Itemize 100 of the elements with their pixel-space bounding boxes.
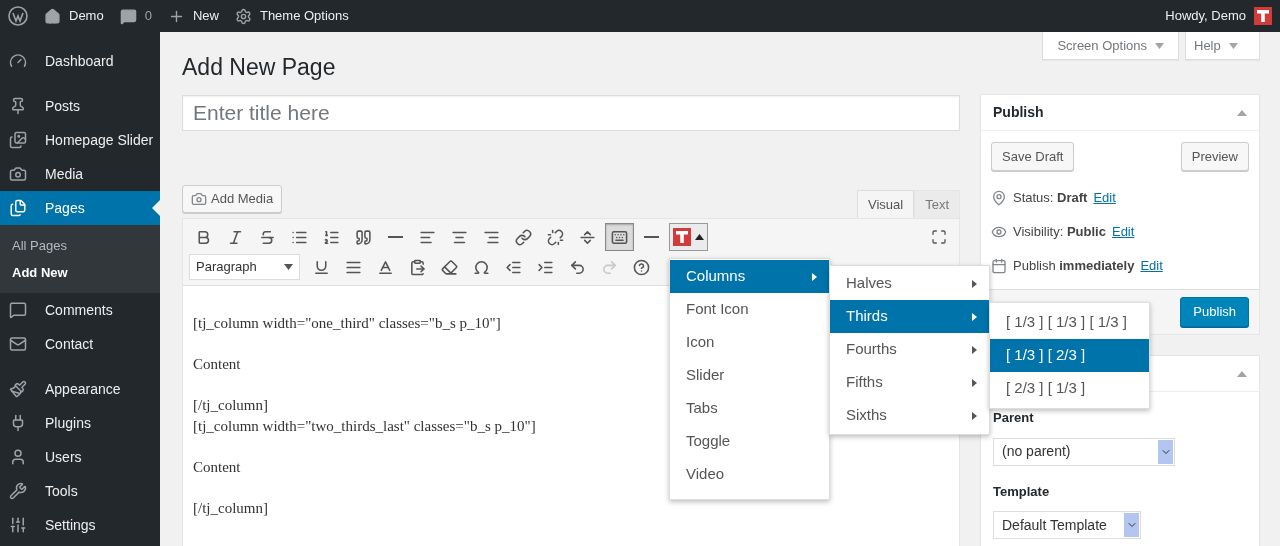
status-text: Status: Draft bbox=[1013, 189, 1088, 208]
publish-button[interactable]: Publish bbox=[1180, 297, 1249, 327]
content-line: Content bbox=[193, 355, 241, 374]
menu-item[interactable]: Icon bbox=[670, 326, 829, 359]
sidebar-item[interactable]: Comments bbox=[0, 293, 160, 327]
menu-item[interactable]: Slider bbox=[670, 359, 829, 392]
current-pointer-icon bbox=[152, 200, 160, 216]
shortcode-logo-icon bbox=[673, 228, 691, 246]
menu-item[interactable]: Columns bbox=[670, 260, 829, 293]
content-line: [/tj_column] bbox=[193, 499, 268, 518]
menu-item[interactable]: Video bbox=[670, 458, 829, 491]
sidebar-item[interactable]: Homepage Slider bbox=[0, 123, 160, 157]
preview-button[interactable]: Preview bbox=[1180, 142, 1249, 171]
edit-link[interactable]: Edit bbox=[1093, 188, 1116, 208]
menu-item[interactable]: Toggle bbox=[670, 425, 829, 458]
submenu-item[interactable]: Add New bbox=[0, 259, 160, 286]
sidebar-item[interactable]: Users bbox=[0, 440, 160, 474]
add-media-button[interactable]: Add Media bbox=[182, 185, 283, 213]
submenu-arrow-icon bbox=[972, 345, 977, 354]
account-link[interactable]: Howdy, Demo bbox=[1165, 6, 1272, 26]
edit-link[interactable]: Edit bbox=[1140, 256, 1163, 276]
paintbrush-icon bbox=[9, 380, 27, 398]
submenu-arrow-icon bbox=[972, 411, 977, 420]
template-select[interactable]: Default Template bbox=[993, 511, 1141, 539]
undo-icon bbox=[569, 258, 586, 276]
status-text: Publish immediately bbox=[1013, 257, 1135, 276]
images-icon bbox=[9, 131, 27, 149]
editor-tab[interactable]: Text bbox=[914, 190, 960, 218]
sidebar-item[interactable]: Pages bbox=[0, 191, 160, 225]
menu-item[interactable]: Halves bbox=[830, 267, 989, 300]
caret-icon bbox=[695, 234, 704, 240]
menu-item[interactable]: Font Icon bbox=[670, 293, 829, 326]
sidebar-item[interactable]: Plugins bbox=[0, 406, 160, 440]
envelope-icon bbox=[9, 335, 27, 353]
editor-tab[interactable]: Visual bbox=[856, 190, 915, 218]
parent-select[interactable]: (no parent) bbox=[993, 437, 1175, 466]
redo-icon bbox=[601, 258, 618, 276]
menu-item[interactable]: [ 1/3 ] [ 2/3 ] bbox=[990, 339, 1149, 372]
keyboard-button[interactable] bbox=[605, 223, 634, 251]
home-icon bbox=[44, 7, 61, 25]
sidebar-item[interactable]: Posts bbox=[0, 89, 160, 123]
paste-text-icon bbox=[409, 258, 426, 276]
menu-item[interactable]: Sixths bbox=[830, 399, 989, 432]
read-more-icon bbox=[579, 228, 596, 246]
edit-link[interactable]: Edit bbox=[1111, 222, 1135, 242]
submenu-item[interactable]: All Pages bbox=[0, 232, 160, 259]
content-line: [tj_column width="one_third" classes="b_s p_10"] bbox=[193, 314, 501, 333]
text-color-icon bbox=[377, 258, 394, 276]
settings-icon bbox=[234, 7, 252, 25]
horizontal-line-icon bbox=[644, 236, 659, 238]
strikethrough-icon bbox=[259, 228, 276, 246]
title-field[interactable]: Enter title here bbox=[182, 95, 960, 131]
fullscreen-icon[interactable] bbox=[931, 229, 947, 245]
save-draft-button[interactable]: Save Draft bbox=[991, 142, 1075, 171]
content-line: Content bbox=[193, 458, 241, 477]
field-label: Template bbox=[993, 482, 1051, 501]
avatar-icon bbox=[1254, 7, 1272, 25]
eraser-icon bbox=[441, 258, 458, 276]
menu-item[interactable]: Tabs bbox=[670, 392, 829, 425]
caret-icon bbox=[1155, 42, 1164, 49]
sidebar-item[interactable]: Settings bbox=[0, 508, 160, 542]
pages-icon bbox=[9, 199, 27, 217]
menu-item[interactable]: Fifths bbox=[830, 366, 989, 399]
calendar-icon bbox=[991, 258, 1007, 274]
help-icon bbox=[633, 258, 650, 276]
submenu-arrow-icon bbox=[812, 272, 817, 281]
unlink-icon bbox=[547, 228, 564, 246]
screen-meta-tab[interactable]: Help bbox=[1185, 32, 1260, 60]
admin-bar-link[interactable]: New bbox=[167, 6, 219, 26]
screen-meta-tab[interactable]: Screen Options bbox=[1042, 32, 1179, 60]
wrench-icon bbox=[9, 482, 27, 500]
sidebar-item[interactable]: Contact bbox=[0, 327, 160, 361]
keyboard-icon bbox=[611, 228, 628, 246]
horizontal-line-icon bbox=[388, 236, 403, 238]
format-select[interactable]: Paragraph bbox=[189, 254, 300, 280]
numbered-list-icon bbox=[323, 228, 340, 246]
box-title: Publish bbox=[993, 103, 1044, 122]
logo-icon[interactable] bbox=[8, 6, 28, 26]
menu-item[interactable]: [ 2/3 ] [ 1/3 ] bbox=[990, 372, 1149, 405]
sidebar-item[interactable]: Tools bbox=[0, 474, 160, 508]
eye-icon bbox=[991, 224, 1007, 240]
admin-bar-link[interactable]: 0 bbox=[119, 6, 152, 26]
sidebar-item[interactable]: Dashboard bbox=[0, 44, 160, 78]
pushpin-icon bbox=[9, 97, 27, 115]
submenu-arrow-icon bbox=[972, 378, 977, 387]
shortcodes-button[interactable] bbox=[669, 223, 708, 251]
menu-item[interactable]: Fourths bbox=[830, 333, 989, 366]
menu-item[interactable]: [ 1/3 ] [ 1/3 ] [ 1/3 ] bbox=[990, 306, 1149, 339]
sidebar-item[interactable]: Appearance bbox=[0, 372, 160, 406]
status-text: Visibility: Public bbox=[1013, 223, 1106, 242]
admin-bar-link[interactable]: Demo bbox=[44, 6, 104, 26]
underline-icon bbox=[313, 258, 330, 276]
link-icon bbox=[515, 228, 532, 246]
admin-bar-link[interactable]: Theme Options bbox=[234, 6, 349, 26]
menu-item[interactable]: Thirds bbox=[830, 300, 989, 333]
page-title: Add New Page bbox=[182, 53, 337, 82]
content-line: [/tj_column] bbox=[193, 396, 268, 415]
submenu-arrow-icon bbox=[972, 312, 977, 321]
pin-icon bbox=[991, 190, 1007, 206]
sidebar-item[interactable]: Media bbox=[0, 157, 160, 191]
